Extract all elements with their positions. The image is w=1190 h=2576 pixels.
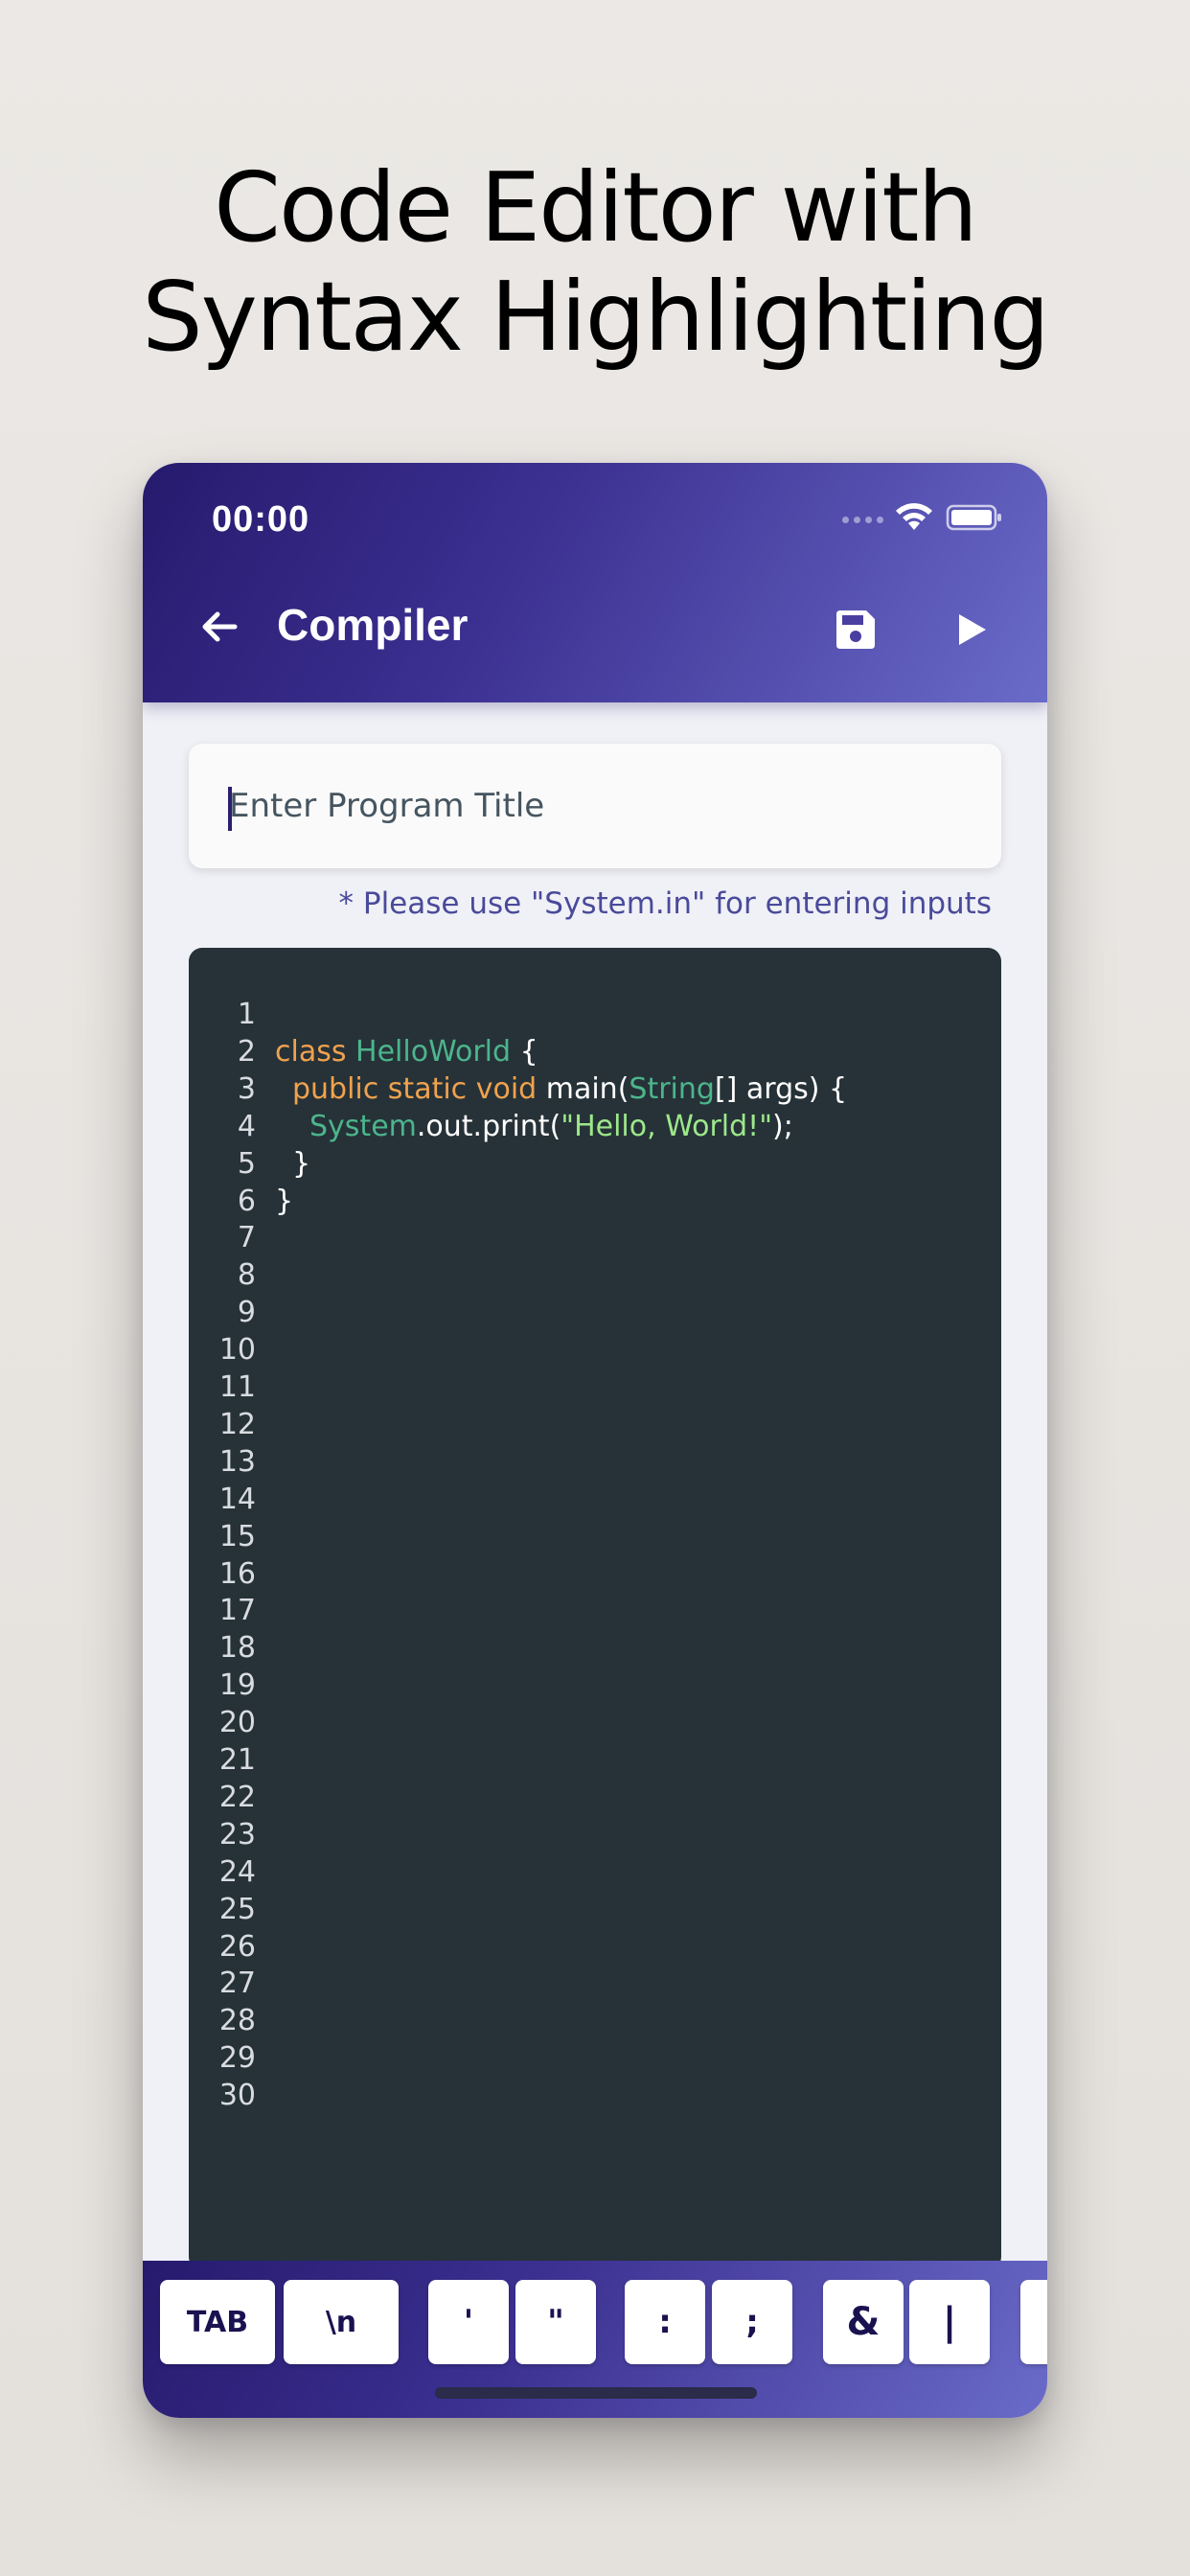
phone-frame: 00:00 Compiler * Please use "System.in" …: [143, 463, 1047, 2418]
line-number-row: 20: [189, 1704, 1001, 1741]
line-number-row: 6: [189, 1183, 1001, 1220]
code-editor[interactable]: class HelloWorld { public static void ma…: [189, 948, 1001, 2270]
line-number: 9: [237, 1296, 256, 1330]
back-arrow-icon[interactable]: [196, 604, 242, 650]
line-number: 25: [218, 1892, 256, 1926]
line-number-row: 1: [189, 996, 1001, 1033]
line-number: 6: [237, 1184, 256, 1218]
text-cursor: [228, 787, 232, 831]
line-number: 1: [237, 998, 256, 1031]
line-number: 15: [218, 1519, 256, 1553]
line-number: 5: [237, 1146, 256, 1181]
line-number-row: 4: [189, 1108, 1001, 1145]
shortcut-key-bar: TAB \n ' ":; & |: [143, 2261, 1047, 2418]
line-number-row: 17: [189, 1592, 1001, 1629]
key-double-quote[interactable]: ": [515, 2280, 596, 2364]
line-number: 2: [237, 1034, 256, 1069]
line-number: 30: [218, 2079, 256, 2113]
line-number: 7: [237, 1221, 256, 1255]
line-number-row: 28: [189, 2002, 1001, 2039]
line-number-row: 5: [189, 1145, 1001, 1183]
line-number-row: 11: [189, 1368, 1001, 1406]
line-number-row: 9: [189, 1294, 1001, 1331]
line-number-row: 16: [189, 1555, 1001, 1593]
app-bar: 00:00 Compiler: [143, 463, 1047, 702]
line-number: 13: [218, 1444, 256, 1479]
line-number: 29: [218, 2041, 256, 2076]
line-number-row: 22: [189, 1779, 1001, 1816]
key-single-quote[interactable]: ': [428, 2280, 509, 2364]
headline-line-1: Code Editor with: [214, 151, 978, 264]
key-ampersand[interactable]: &: [823, 2280, 904, 2364]
line-number: 12: [218, 1407, 256, 1441]
line-number: 4: [237, 1109, 256, 1143]
line-number: 14: [218, 1482, 256, 1516]
line-number-row: 10: [189, 1331, 1001, 1368]
headline-line-2: Syntax Highlighting: [142, 261, 1050, 373]
signal-icon: [842, 517, 883, 523]
line-number-row: 2: [189, 1033, 1001, 1070]
program-title-input[interactable]: [189, 744, 1001, 868]
line-number: 20: [218, 1706, 256, 1740]
battery-icon: [946, 504, 1001, 531]
input-hint: * Please use "System.in" for entering in…: [338, 886, 992, 921]
line-number: 27: [218, 1966, 256, 2001]
wifi-icon: [896, 503, 932, 530]
line-number: 28: [218, 2004, 256, 2038]
line-number: 19: [218, 1668, 256, 1703]
line-number: 16: [218, 1556, 256, 1591]
line-number: 17: [218, 1594, 256, 1628]
key-colon[interactable]: :: [625, 2280, 705, 2364]
home-indicator: [435, 2387, 757, 2399]
line-number: 26: [218, 1929, 256, 1964]
key-pipe[interactable]: |: [909, 2280, 990, 2364]
line-number-row: 27: [189, 1965, 1001, 2002]
line-number-row: 29: [189, 2039, 1001, 2077]
line-number-row: 8: [189, 1256, 1001, 1294]
line-number: 23: [218, 1817, 256, 1852]
line-number-row: 3: [189, 1070, 1001, 1108]
line-number-row: 25: [189, 1891, 1001, 1928]
key-semicolon[interactable]: ;: [712, 2280, 792, 2364]
line-number: 21: [218, 1743, 256, 1777]
run-play-icon[interactable]: [950, 609, 992, 651]
app-title: Compiler: [277, 600, 469, 650]
line-number: 22: [218, 1780, 256, 1814]
headline: Code Editor with Syntax Highlighting: [0, 153, 1190, 372]
line-number: 10: [218, 1333, 256, 1368]
line-number: 24: [218, 1854, 256, 1889]
status-time: 00:00: [212, 499, 310, 540]
line-number-row: 30: [189, 2077, 1001, 2114]
line-number-row: 24: [189, 1853, 1001, 1891]
line-number: 3: [237, 1071, 256, 1106]
key-more[interactable]: [1020, 2280, 1047, 2364]
line-number: 8: [237, 1258, 256, 1293]
line-number-row: 12: [189, 1406, 1001, 1443]
line-number-row: 18: [189, 1629, 1001, 1667]
line-number-row: 13: [189, 1443, 1001, 1481]
line-number: 11: [218, 1370, 256, 1404]
line-number: 18: [218, 1631, 256, 1666]
line-number-row: 14: [189, 1481, 1001, 1518]
save-icon[interactable]: [833, 607, 879, 653]
line-number-row: 15: [189, 1518, 1001, 1555]
line-number-row: 23: [189, 1816, 1001, 1853]
line-number-row: 7: [189, 1219, 1001, 1256]
line-number-row: 19: [189, 1667, 1001, 1704]
key-tab[interactable]: TAB: [160, 2280, 275, 2364]
line-number-row: 21: [189, 1741, 1001, 1779]
key-newline[interactable]: \n: [284, 2280, 399, 2364]
line-number-row: 26: [189, 1928, 1001, 1966]
